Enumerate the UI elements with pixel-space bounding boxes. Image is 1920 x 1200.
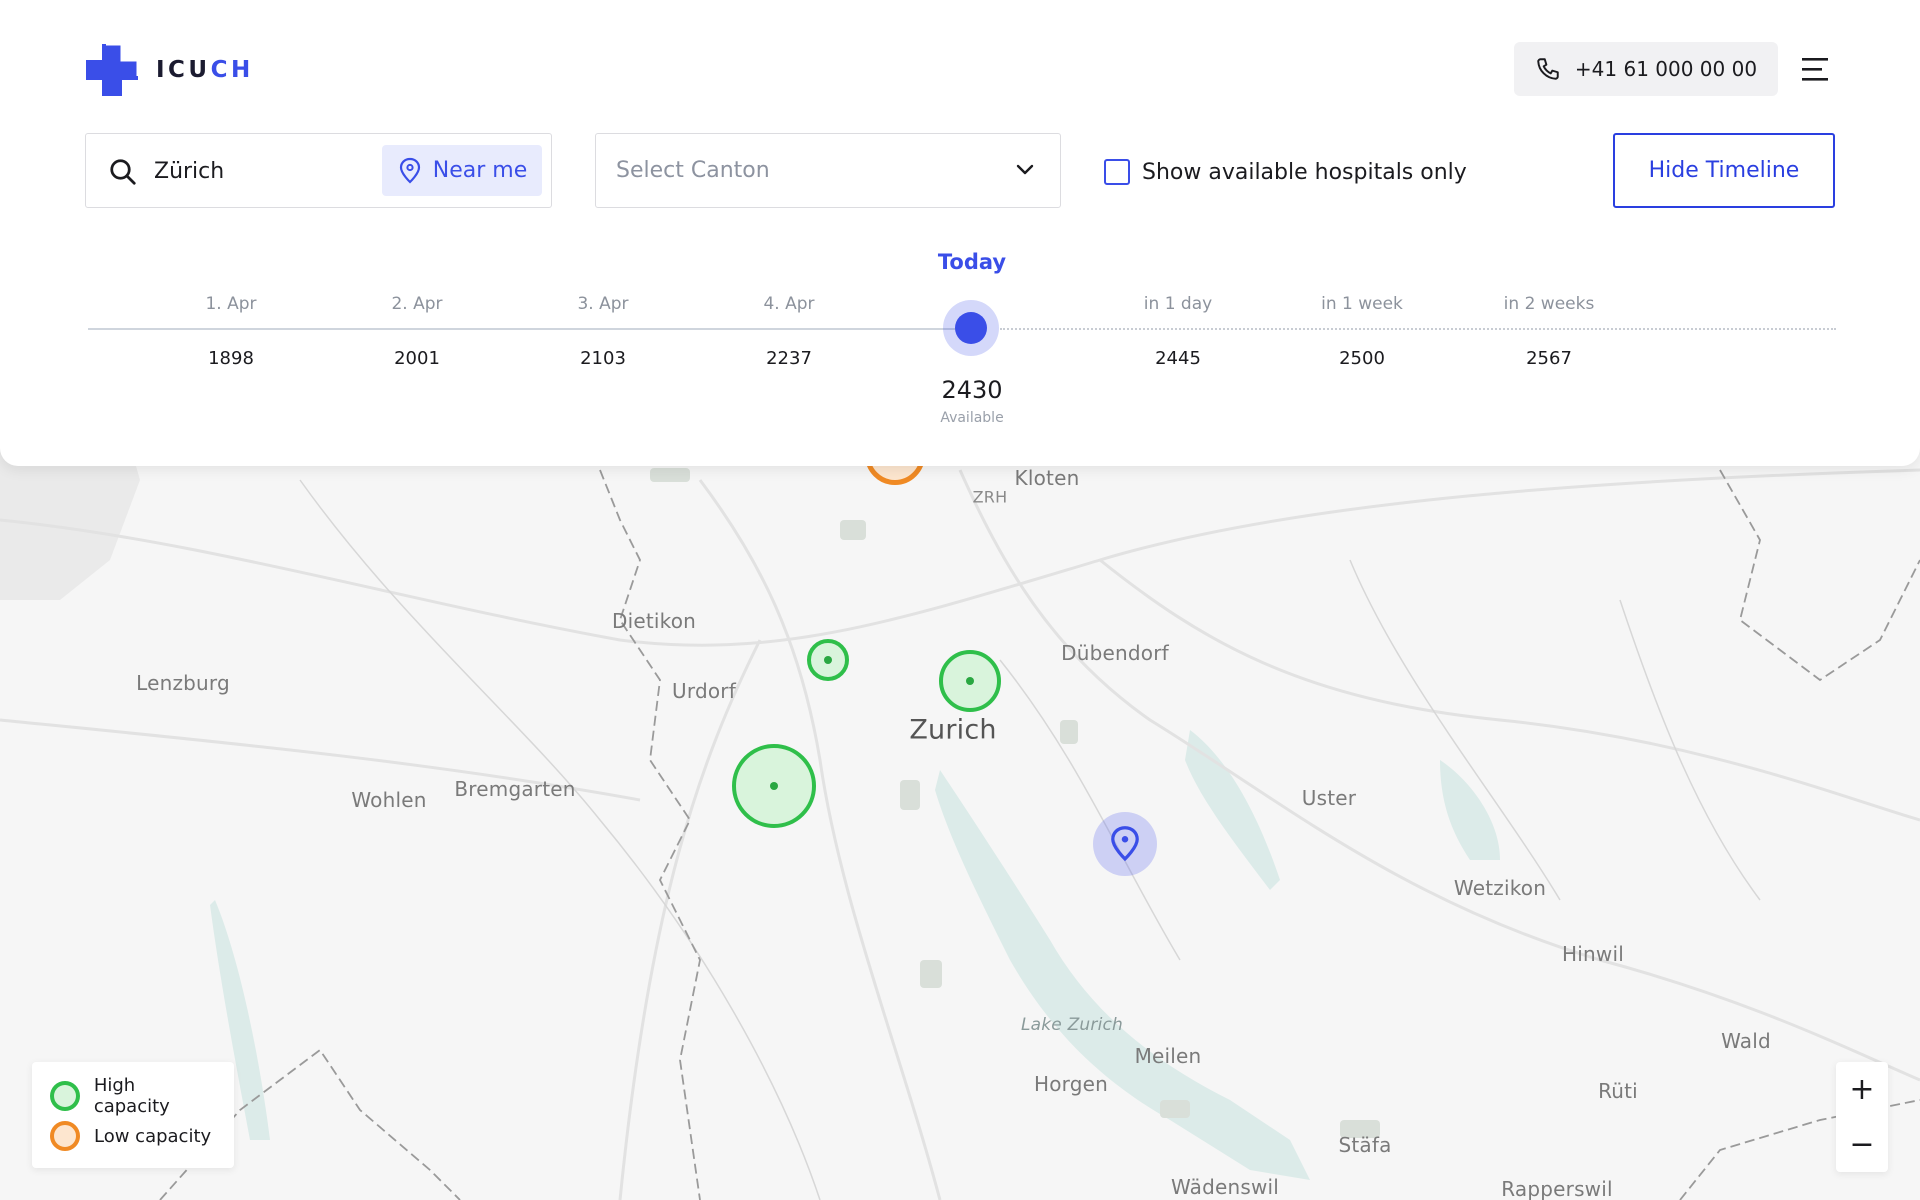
- legend-item-low: Low capacity: [50, 1116, 216, 1156]
- timeline-point[interactable]: in 1 day 2445: [1098, 294, 1258, 369]
- zoom-in-button[interactable]: +: [1836, 1062, 1888, 1117]
- low-capacity-swatch: [50, 1121, 80, 1151]
- near-me-label: Near me: [432, 158, 528, 183]
- phone-number: +41 61 000 00 00: [1574, 57, 1758, 81]
- place-urdorf: Urdorf: [672, 679, 736, 703]
- location-pin-icon: [1111, 826, 1139, 862]
- legend-label: Low capacity: [94, 1125, 212, 1147]
- timeline-date: 1. Apr: [205, 294, 257, 314]
- timeline: 1. Apr 1898 2. Apr 2001 3. Apr 2103 4. A…: [0, 240, 1920, 440]
- header-panel: ICUCH +41 61 000 00 00 Near me Select C: [0, 0, 1920, 466]
- timeline-slider-handle[interactable]: [943, 300, 999, 356]
- place-horgen: Horgen: [1033, 1072, 1109, 1096]
- place-kloten: Kloten: [1014, 466, 1080, 490]
- timeline-point[interactable]: in 1 week 2500: [1282, 294, 1442, 369]
- place-dubendorf: Dübendorf: [1061, 641, 1169, 665]
- zoom-control: + −: [1836, 1062, 1888, 1172]
- place-ruti: Rüti: [1598, 1079, 1638, 1103]
- near-me-button[interactable]: Near me: [382, 145, 542, 196]
- place-dietikon: Dietikon: [611, 609, 697, 633]
- hospital-marker-high[interactable]: [807, 639, 849, 681]
- timeline-value: 2567: [1526, 348, 1572, 369]
- marker-center-dot: [966, 677, 974, 685]
- marker-center-dot: [770, 782, 778, 790]
- place-bremgarten: Bremgarten: [454, 777, 576, 801]
- available-only-label: Show available hospitals only: [1142, 159, 1467, 185]
- place-wetzikon: Wetzikon: [1453, 876, 1547, 900]
- place-zrh: ZRH: [972, 487, 1008, 507]
- timeline-date: in 1 week: [1321, 294, 1403, 314]
- place-zurich: Zurich: [909, 714, 997, 746]
- zoom-out-button[interactable]: −: [1836, 1117, 1888, 1172]
- timeline-value: 1898: [208, 348, 254, 369]
- search-input[interactable]: [154, 152, 364, 190]
- timeline-value: 2500: [1339, 348, 1385, 369]
- hospital-marker-high[interactable]: [939, 650, 1001, 712]
- timeline-point[interactable]: 4. Apr 2237: [709, 294, 869, 369]
- hamburger-menu-icon: [1802, 58, 1828, 81]
- search-box: Near me: [85, 133, 552, 208]
- timeline-point[interactable]: 2. Apr 2001: [337, 294, 497, 369]
- hospital-marker-high[interactable]: [732, 744, 816, 828]
- place-wald: Wald: [1721, 1029, 1771, 1053]
- legend-label: High capacity: [93, 1075, 170, 1117]
- marker-center-dot: [824, 656, 832, 664]
- timeline-point[interactable]: 3. Apr 2103: [523, 294, 683, 369]
- place-rapperswil: Rapperswil: [1501, 1177, 1613, 1200]
- timeline-value: 2001: [394, 348, 440, 369]
- timeline-date: 2. Apr: [391, 294, 443, 314]
- today-label: Today: [937, 250, 1007, 274]
- timeline-point[interactable]: 1. Apr 1898: [151, 294, 311, 369]
- legend-item-high: High capacity: [50, 1075, 216, 1117]
- canton-placeholder: Select Canton: [616, 158, 770, 183]
- place-wohlen: Wohlen: [351, 788, 427, 812]
- search-icon: [110, 159, 136, 185]
- canton-select[interactable]: Select Canton: [595, 133, 1061, 208]
- place-stafa: Stäfa: [1338, 1133, 1392, 1157]
- app-name: ICUCH: [156, 57, 254, 83]
- today-value: 2430: [941, 376, 1003, 404]
- place-hinwil: Hinwil: [1562, 942, 1624, 966]
- checkbox[interactable]: [1104, 159, 1130, 185]
- location-pin-icon: [399, 157, 420, 184]
- timeline-date: in 2 weeks: [1503, 294, 1595, 314]
- timeline-value: 2103: [580, 348, 626, 369]
- phone-button[interactable]: +41 61 000 00 00: [1514, 42, 1778, 96]
- current-location-pin[interactable]: [1093, 812, 1157, 876]
- capacity-legend: High capacity Low capacity: [32, 1062, 234, 1168]
- menu-button[interactable]: [1802, 56, 1830, 82]
- place-uster: Uster: [1301, 786, 1357, 810]
- timeline-value: 2445: [1155, 348, 1201, 369]
- chevron-down-icon: [1016, 164, 1034, 175]
- place-lenzburg: Lenzburg: [136, 671, 230, 695]
- hide-timeline-button[interactable]: Hide Timeline: [1613, 133, 1835, 208]
- timeline-date: in 1 day: [1143, 294, 1213, 314]
- timeline-point[interactable]: in 2 weeks 2567: [1469, 294, 1629, 369]
- timeline-date: 4. Apr: [763, 294, 815, 314]
- available-only-checkbox[interactable]: Show available hospitals only: [1104, 159, 1467, 185]
- place-lake-zurich: Lake Zurich: [1020, 1015, 1124, 1035]
- high-capacity-swatch: [50, 1081, 80, 1111]
- timeline-date: 3. Apr: [577, 294, 629, 314]
- medical-cross-icon: [86, 42, 140, 96]
- place-meilen: Meilen: [1134, 1044, 1202, 1068]
- logo[interactable]: ICUCH: [84, 42, 254, 98]
- place-wadenswil: Wädenswil: [1170, 1175, 1280, 1199]
- phone-icon: [1537, 58, 1559, 80]
- timeline-value: 2237: [766, 348, 812, 369]
- today-sublabel: Available: [940, 410, 1004, 426]
